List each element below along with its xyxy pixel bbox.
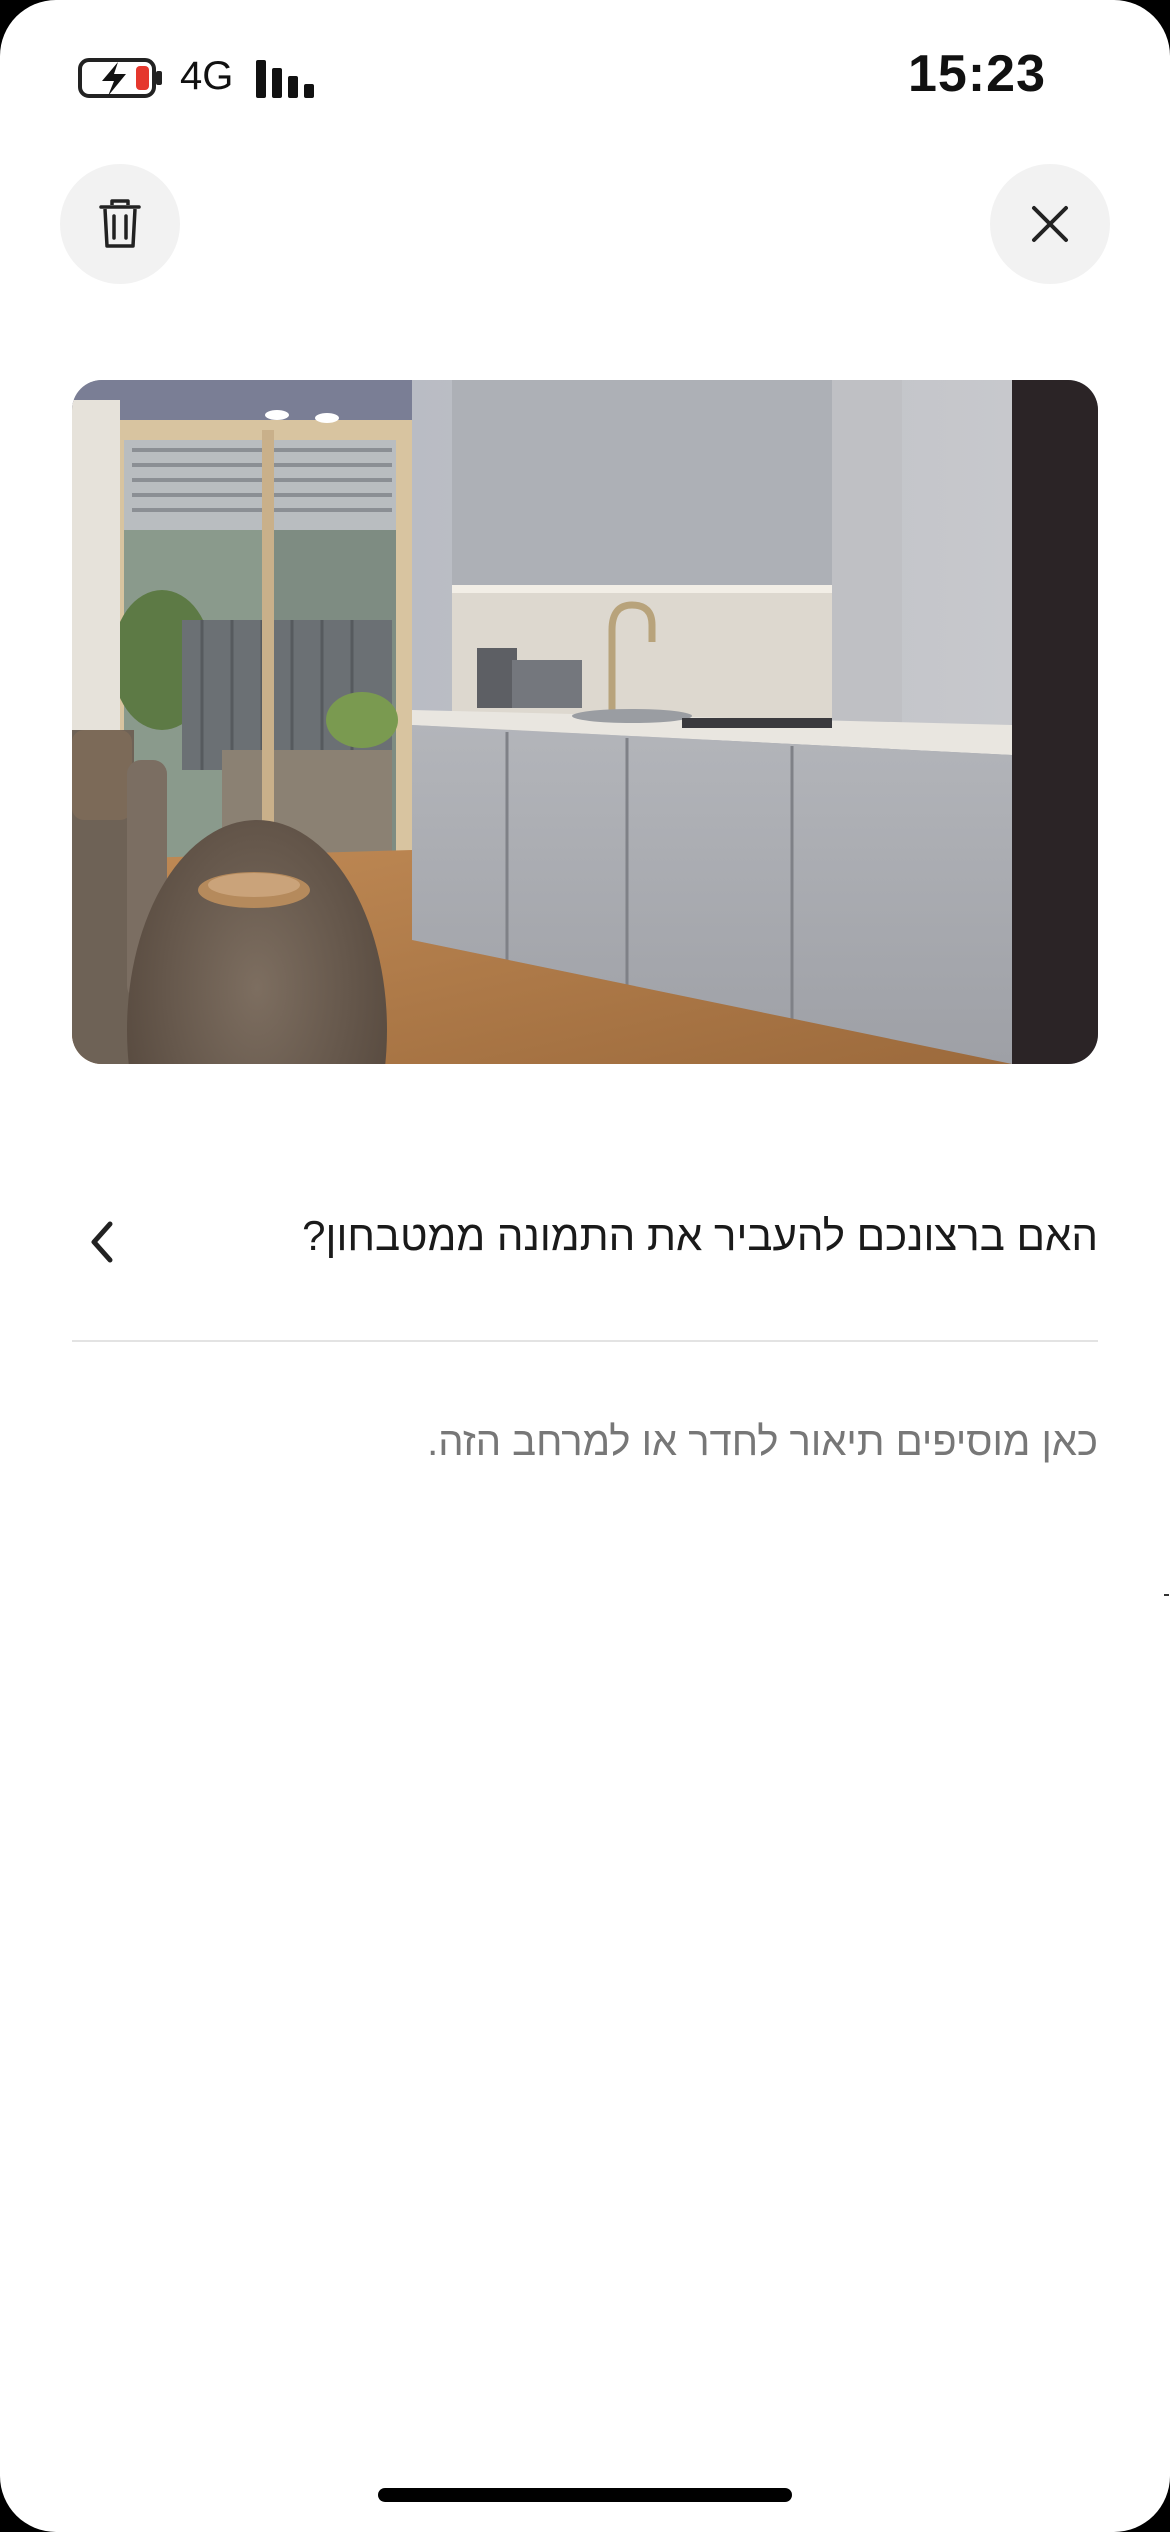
home-indicator[interactable] bbox=[378, 2488, 792, 2502]
close-button[interactable] bbox=[990, 164, 1110, 284]
kitchenette-photo-illustration bbox=[72, 380, 1098, 1064]
divider bbox=[72, 1340, 1098, 1342]
network-type-label: 4G bbox=[180, 54, 234, 98]
move-photo-row[interactable]: האם ברצונכם להעביר את התמונה ממטבחון? bbox=[72, 1190, 1098, 1290]
screen: 4G 15:23 האם ברצונכם להעביר את התמונה ממ… bbox=[0, 0, 1170, 2532]
status-time: 15:23 bbox=[908, 45, 1046, 103]
close-icon bbox=[1032, 206, 1068, 242]
trash-icon bbox=[99, 199, 141, 248]
room-description-field[interactable]: כאן מוסיפים תיאור לחדר או למרחב הזה. bbox=[427, 1420, 1098, 1465]
room-photo bbox=[72, 380, 1098, 1064]
move-photo-question: האם ברצונכם להעביר את התמונה ממטבחון? bbox=[302, 1212, 1098, 1259]
scroll-edge-mark bbox=[1164, 1594, 1169, 1596]
chevron-left-icon bbox=[91, 1221, 113, 1263]
battery-charging-low-icon bbox=[78, 58, 162, 98]
status-bar: 4G 15:23 bbox=[0, 0, 1170, 150]
cellular-signal-icon bbox=[256, 60, 314, 98]
delete-button[interactable] bbox=[60, 164, 180, 284]
